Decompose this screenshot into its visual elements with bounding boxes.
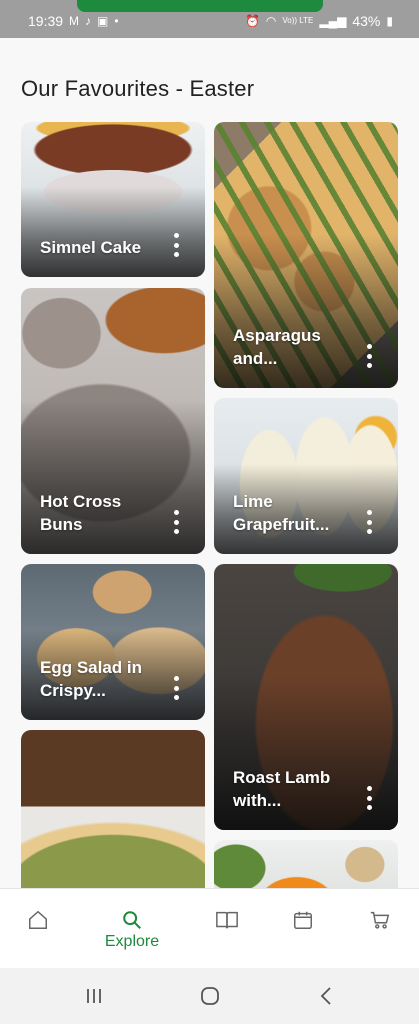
nav-explore-label: Explore [104,933,160,950]
home-system-icon[interactable] [199,986,221,1011]
cart-icon [370,911,390,929]
more-options-icon[interactable] [364,510,374,534]
volte-icon: Vo)) LTE [282,16,314,25]
recipe-card-roast-lamb[interactable]: Roast Lamb with... [214,564,398,830]
nav-cart[interactable] [350,909,410,959]
recipe-card-quiche[interactable] [21,730,205,888]
recipe-card-title: Asparagus and... [233,326,321,368]
recipe-card-carrot[interactable] [214,840,398,888]
recipe-card-title: Simnel Cake [40,238,142,257]
more-options-icon[interactable] [364,344,374,368]
alarm-icon: ⏰ [244,14,260,28]
recipe-card-title: Hot Cross Buns [40,492,122,534]
nav-explore[interactable]: Explore [102,909,162,959]
back-icon[interactable] [318,986,334,1011]
more-options-icon[interactable] [171,233,181,257]
wifi-icon: ◠ [265,14,277,28]
recipe-book-icon [216,911,238,929]
shopping-bag-icon: ▣ [97,14,109,28]
dot-icon: • [114,14,119,28]
signal-icon: ▂▄▆ [319,14,347,28]
home-icon [29,910,47,929]
recipe-card-hot-cross-buns[interactable]: Hot Cross Buns [21,288,205,554]
calendar-icon [294,911,312,929]
more-options-icon[interactable] [364,786,374,810]
system-nav-bar [0,968,419,1024]
more-options-icon[interactable] [171,676,181,700]
nav-recipe-book[interactable] [197,909,257,959]
recipe-card-lime-grapefruit[interactable]: Lime Grapefruit... [214,398,398,554]
gmail-icon: M [69,14,80,28]
recipe-card-title: Egg Salad in Crispy... [40,658,143,700]
search-icon [123,911,141,929]
status-bar: 19:39 M ♪ ▣ • ⏰ ◠ Vo)) LTE ▂▄▆ 43% ▮ [0,0,419,38]
recipe-card-title: Roast Lamb with... [233,768,331,810]
tiktok-icon: ♪ [85,14,92,28]
nav-home[interactable] [8,909,68,959]
recipe-card-title: Lime Grapefruit... [233,492,330,534]
recipe-card-asparagus[interactable]: Asparagus and... [214,122,398,388]
recipe-card-simnel-cake[interactable]: Simnel Cake [21,122,205,277]
more-options-icon[interactable] [171,510,181,534]
bottom-nav: Explore [0,888,419,969]
status-time: 19:39 [28,13,64,29]
section-title: Our Favourites - Easter [21,76,255,101]
nav-planner[interactable] [273,909,333,959]
recipe-card-egg-salad[interactable]: Egg Salad in Crispy... [21,564,205,720]
battery-level: 43% [352,13,381,29]
battery-icon: ▮ [386,14,393,28]
explore-content[interactable]: Our Favourites - Easter Simnel Cake Hot … [0,38,419,888]
active-call-indicator[interactable] [77,0,323,12]
recent-apps-icon[interactable] [84,986,104,1011]
